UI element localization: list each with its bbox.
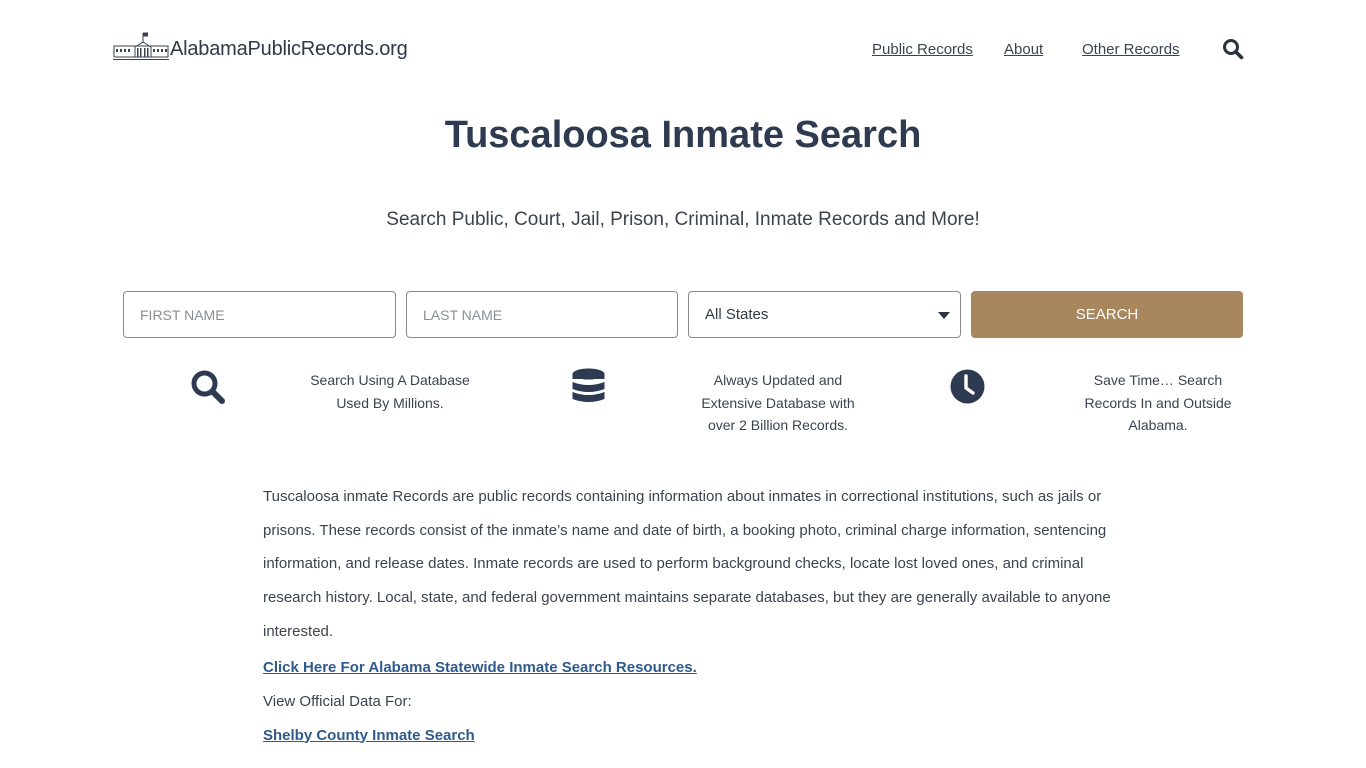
state-select-value: All States bbox=[705, 306, 769, 323]
statewide-inmate-search-link[interactable]: Click Here For Alabama Statewide Inmate … bbox=[263, 657, 1113, 679]
county-inmate-search-link[interactable]: Shelby County Inmate Search bbox=[263, 725, 1113, 747]
feature-line: Records In and Outside bbox=[1084, 394, 1232, 411]
first-name-input[interactable] bbox=[123, 291, 396, 338]
clock-icon bbox=[950, 369, 985, 404]
intro-paragraph: Tuscaloosa inmate Records are public rec… bbox=[263, 488, 1111, 640]
main-nav: Public Records About Other Records bbox=[0, 40, 1366, 62]
chevron-down-icon bbox=[938, 312, 950, 319]
site-header: AlabamaPublicRecords.org Public Records … bbox=[0, 0, 1366, 100]
nav-link-about[interactable]: About bbox=[1004, 40, 1043, 60]
nav-link-public-records[interactable]: Public Records bbox=[872, 40, 973, 60]
search-icon[interactable] bbox=[1222, 38, 1244, 60]
feature-line: Save Time… Search bbox=[1093, 372, 1223, 388]
feature-line: Search Using A Database bbox=[310, 372, 470, 388]
state-select[interactable]: All States bbox=[688, 291, 961, 338]
nav-link-other-records[interactable]: Other Records bbox=[1082, 40, 1180, 60]
feature-text: Search Using A Database Used By Millions… bbox=[300, 369, 480, 414]
feature-text: Always Updated and Extensive Database wi… bbox=[688, 369, 868, 437]
database-icon bbox=[572, 368, 605, 402]
search-button[interactable]: SEARCH bbox=[971, 291, 1243, 338]
feature-line: Extensive Database with bbox=[701, 394, 855, 411]
main-content: Tuscaloosa inmate Records are public rec… bbox=[263, 480, 1113, 747]
feature-line: Used By Millions. bbox=[336, 394, 444, 411]
page-title: Tuscaloosa Inmate Search bbox=[444, 114, 922, 156]
feature-line: Alabama. bbox=[1128, 417, 1188, 433]
feature-line: Always Updated and bbox=[713, 372, 843, 388]
inmate-search-form: All States SEARCH bbox=[123, 291, 1243, 338]
view-official-label: View Official Data For: bbox=[263, 692, 412, 710]
feature-line: over 2 Billion Records. bbox=[707, 417, 849, 433]
page-subtitle: Search Public, Court, Jail, Prison, Crim… bbox=[386, 209, 980, 230]
last-name-input[interactable] bbox=[406, 291, 678, 338]
search-icon bbox=[191, 370, 225, 404]
feature-text: Save Time… Search Records In and Outside… bbox=[1068, 369, 1248, 437]
